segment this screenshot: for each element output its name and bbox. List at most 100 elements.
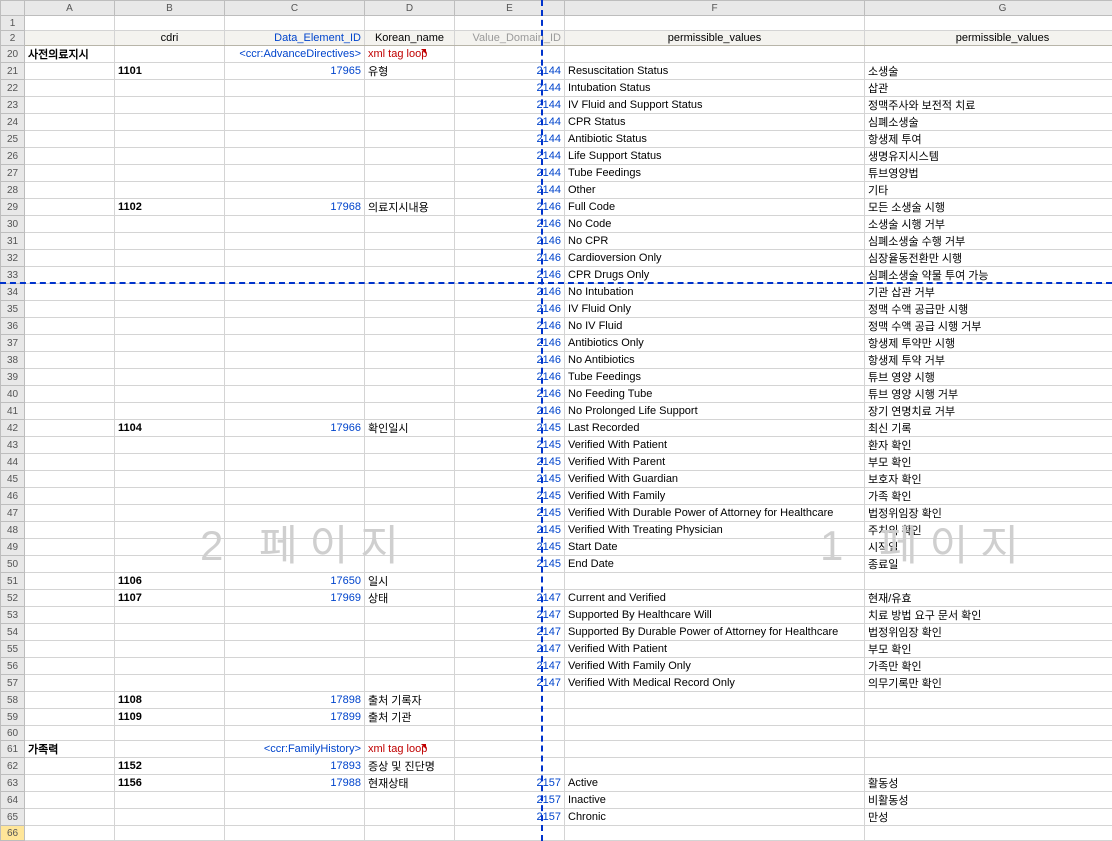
cell[interactable]: 항생제 투여 — [865, 131, 1112, 148]
cell[interactable]: 1109 — [115, 709, 225, 726]
cell[interactable]: 부모 확인 — [865, 454, 1112, 471]
row-39[interactable]: 392146Tube Feedings튜브 영양 시행 — [1, 369, 1112, 386]
cell[interactable] — [115, 16, 225, 31]
cell[interactable] — [25, 624, 115, 641]
cell[interactable]: Active — [565, 775, 865, 792]
cell[interactable] — [225, 641, 365, 658]
cell[interactable]: 2146 — [455, 386, 565, 403]
row-65[interactable]: 652157Chronic만성 — [1, 809, 1112, 826]
col-header-A[interactable]: A — [25, 1, 115, 16]
cell[interactable] — [225, 165, 365, 182]
cell[interactable] — [25, 301, 115, 318]
cell[interactable]: 보호자 확인 — [865, 471, 1112, 488]
cell[interactable] — [115, 522, 225, 539]
cell[interactable] — [115, 352, 225, 369]
row-header[interactable]: 41 — [1, 403, 25, 420]
cell[interactable] — [365, 792, 455, 809]
cell[interactable]: 1152 — [115, 758, 225, 775]
cell[interactable] — [865, 692, 1112, 709]
row-50[interactable]: 502145End Date종료일 — [1, 556, 1112, 573]
cell[interactable] — [225, 454, 365, 471]
cell[interactable]: 법정위임장 확인 — [865, 624, 1112, 641]
row-34[interactable]: 342146No Intubation기관 삽관 거부 — [1, 284, 1112, 301]
cell[interactable]: 2146 — [455, 267, 565, 284]
cell[interactable] — [115, 505, 225, 522]
cell[interactable] — [455, 709, 565, 726]
cell[interactable] — [225, 335, 365, 352]
cell[interactable] — [225, 792, 365, 809]
cell[interactable] — [365, 250, 455, 267]
cell[interactable] — [865, 709, 1112, 726]
cell[interactable] — [25, 335, 115, 352]
row-header[interactable]: 40 — [1, 386, 25, 403]
cell[interactable] — [225, 284, 365, 301]
cell[interactable] — [365, 624, 455, 641]
cell[interactable]: 17965 — [225, 63, 365, 80]
cell[interactable] — [115, 726, 225, 741]
cell[interactable] — [565, 16, 865, 31]
cell[interactable] — [115, 607, 225, 624]
row-29[interactable]: 29110217968의료지시내용2146Full Code모든 소생술 시행 — [1, 199, 1112, 216]
cell[interactable]: 2145 — [455, 420, 565, 437]
row-header[interactable]: 45 — [1, 471, 25, 488]
cell[interactable]: 2147 — [455, 590, 565, 607]
cell[interactable] — [455, 826, 565, 841]
cell[interactable] — [225, 809, 365, 826]
cell[interactable] — [25, 522, 115, 539]
row-header[interactable]: 30 — [1, 216, 25, 233]
cell[interactable]: 만성 — [865, 809, 1112, 826]
cell[interactable]: 활동성 — [865, 775, 1112, 792]
row-28[interactable]: 282144Other기타 — [1, 182, 1112, 199]
cell[interactable] — [115, 165, 225, 182]
cell[interactable] — [115, 471, 225, 488]
cell[interactable]: 17899 — [225, 709, 365, 726]
cell[interactable]: Verified With Treating Physician — [565, 522, 865, 539]
cell[interactable]: Supported By Durable Power of Attorney f… — [565, 624, 865, 641]
cell[interactable]: Full Code — [565, 199, 865, 216]
row-45[interactable]: 452145Verified With Guardian보호자 확인 — [1, 471, 1112, 488]
section-cell[interactable]: 가족력 — [25, 741, 115, 758]
cell[interactable] — [365, 182, 455, 199]
cell[interactable]: 2144 — [455, 148, 565, 165]
cell[interactable] — [365, 335, 455, 352]
cell[interactable]: Inactive — [565, 792, 865, 809]
cell[interactable]: 종료일 — [865, 556, 1112, 573]
cell[interactable]: 소생술 — [865, 63, 1112, 80]
cell[interactable]: Intubation Status — [565, 80, 865, 97]
row-53[interactable]: 532147Supported By Healthcare Will치료 방법 … — [1, 607, 1112, 624]
cell[interactable] — [115, 335, 225, 352]
header-cell[interactable]: Value_Domain_ID — [455, 31, 565, 46]
cell[interactable] — [25, 437, 115, 454]
cell[interactable]: 심폐소생술 — [865, 114, 1112, 131]
cell[interactable] — [865, 573, 1112, 590]
cell[interactable]: 정맥주사와 보전적 치료 — [865, 97, 1112, 114]
cell[interactable] — [25, 250, 115, 267]
cell[interactable] — [365, 437, 455, 454]
cell[interactable] — [115, 556, 225, 573]
cell[interactable]: 17966 — [225, 420, 365, 437]
cell[interactable] — [25, 539, 115, 556]
cell[interactable]: 2146 — [455, 233, 565, 250]
header-cell[interactable]: cdri — [115, 31, 225, 46]
section-cell[interactable] — [865, 46, 1112, 63]
cell[interactable]: 2157 — [455, 792, 565, 809]
select-all-corner[interactable] — [1, 1, 25, 16]
cell[interactable]: 2144 — [455, 114, 565, 131]
row-header[interactable]: 47 — [1, 505, 25, 522]
cell[interactable]: Verified With Guardian — [565, 471, 865, 488]
row-header[interactable]: 24 — [1, 114, 25, 131]
section-cell[interactable]: <ccr:AdvanceDirectives> — [225, 46, 365, 63]
row-header[interactable]: 46 — [1, 488, 25, 505]
cell[interactable]: 2145 — [455, 522, 565, 539]
cell[interactable] — [225, 607, 365, 624]
cell[interactable] — [225, 403, 365, 420]
row-26[interactable]: 262144Life Support Status생명유지시스템 — [1, 148, 1112, 165]
row-header[interactable]: 26 — [1, 148, 25, 165]
cell[interactable]: 1108 — [115, 692, 225, 709]
row-header[interactable]: 55 — [1, 641, 25, 658]
cell[interactable] — [365, 97, 455, 114]
row-header[interactable]: 54 — [1, 624, 25, 641]
cell[interactable]: 유형 — [365, 63, 455, 80]
cell[interactable] — [365, 556, 455, 573]
cell[interactable] — [455, 758, 565, 775]
